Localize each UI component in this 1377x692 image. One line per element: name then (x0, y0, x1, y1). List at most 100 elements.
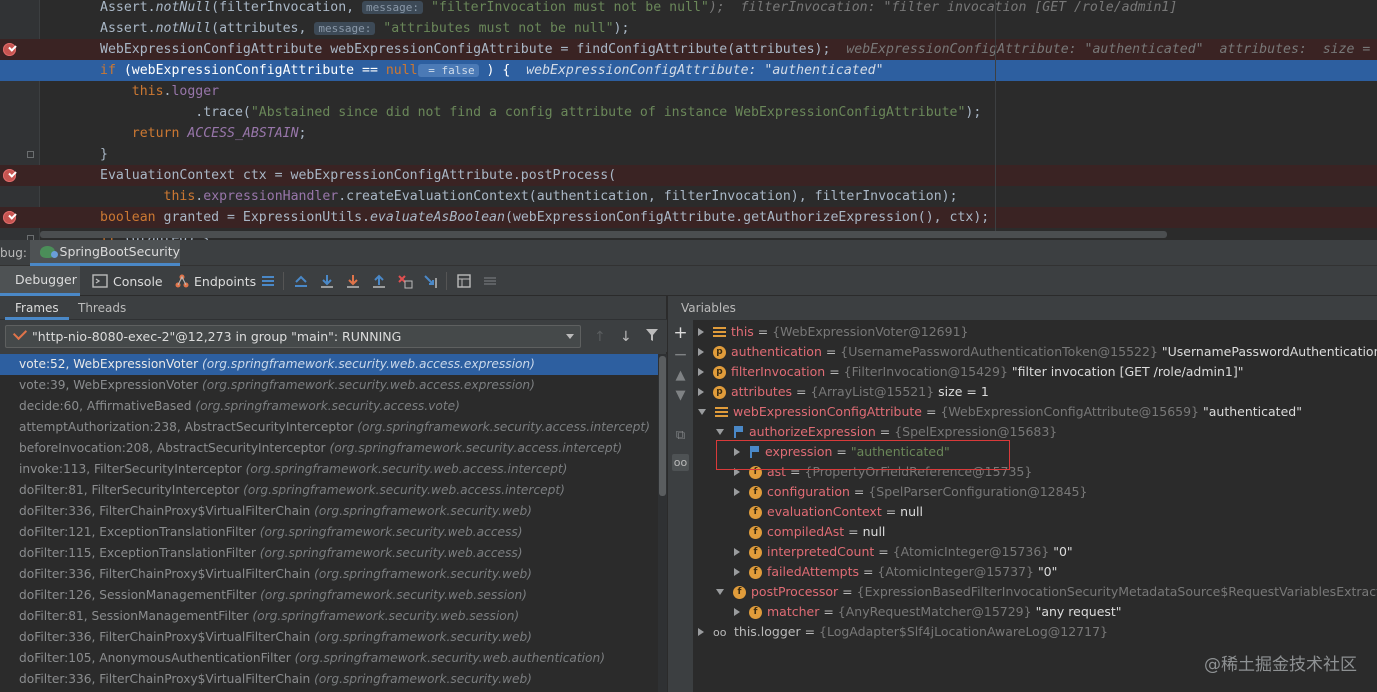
code-text: .trace("Abstained since did not find a c… (100, 102, 981, 123)
code-token: granted = ExpressionUtils. (155, 210, 370, 225)
frame-method: doFilter:121, ExceptionTranslationFilter (19, 525, 256, 539)
code-line[interactable]: Assert.notNull(filterInvocation, message… (0, 0, 1377, 18)
trace-current-stream-icon[interactable] (482, 273, 498, 289)
variable-row[interactable]: authorizeExpression = {SpelExpression@15… (716, 422, 1057, 442)
layout-menu-icon[interactable] (260, 273, 276, 289)
editor-horizontal-scrollbar[interactable] (40, 231, 1167, 238)
code-token: (filterInvocation, (211, 0, 363, 15)
variable-row[interactable]: f evaluationContext = null (734, 502, 923, 522)
thread-dropdown[interactable]: "http-nio-8080-exec-2"@12,273 in group "… (5, 325, 581, 348)
move-up-icon[interactable]: ▲ (672, 367, 689, 384)
frame-method: doFilter:105, AnonymousAuthenticationFil… (19, 651, 291, 665)
collapsed-arrow-icon[interactable] (734, 568, 740, 576)
code-token: logger (171, 84, 220, 99)
frame-package: (org.springframework.security.web) (314, 504, 532, 518)
breakpoint-icon[interactable] (3, 169, 16, 182)
expanded-arrow-icon[interactable] (716, 429, 724, 435)
code-line[interactable]: .trace("Abstained since did not find a c… (0, 102, 1377, 123)
frame-item[interactable]: decide:60, AffirmativeBased (org.springf… (0, 396, 658, 417)
frame-method: doFilter:126, SessionManagementFilter (19, 588, 257, 602)
code-text: boolean granted = ExpressionUtils.evalua… (100, 207, 989, 228)
frame-item[interactable]: doFilter:81, SessionManagementFilter (or… (0, 606, 658, 627)
code-line[interactable]: EvaluationContext ctx = webExpressionCon… (0, 165, 1377, 186)
session-tab-springbootsecurity[interactable]: SpringBootSecurity (30, 240, 180, 266)
variable-row[interactable]: oo this.logger = {LogAdapter$Slf4jLocatio… (698, 622, 1108, 642)
variable-row[interactable]: p attributes = {ArrayList@15521} size = 1 (698, 382, 989, 402)
frame-item[interactable]: doFilter:121, ExceptionTranslationFilter… (0, 522, 658, 543)
variable-row[interactable]: f configuration = {SpelParserConfiguratio… (734, 482, 1087, 502)
equals-sign: = (881, 504, 901, 519)
expanded-arrow-icon[interactable] (716, 589, 724, 595)
tab-frames[interactable]: Frames (5, 296, 69, 320)
step-over-icon[interactable] (319, 273, 335, 289)
variable-row[interactable]: this = {WebExpressionVoter@12691} (698, 322, 968, 342)
remove-watch-icon[interactable]: − (672, 347, 689, 364)
code-token: boolean (100, 210, 156, 225)
variable-row[interactable]: f interpretedCount = {AtomicInteger@15736… (734, 542, 1073, 562)
tab-endpoints[interactable]: Endpoints (174, 266, 256, 296)
expanded-arrow-icon[interactable] (698, 409, 706, 415)
duplicate-watch-icon[interactable]: ⧉ (672, 427, 689, 444)
code-line[interactable]: } (0, 144, 1377, 165)
next-frame-arrow-icon[interactable]: ↓ (620, 329, 632, 345)
show-execution-point-icon[interactable] (293, 273, 309, 289)
frame-item[interactable]: invoke:113, FilterSecurityInterceptor (o… (0, 459, 658, 480)
code-line[interactable]: this.logger (0, 81, 1377, 102)
toolbar-separator (446, 272, 447, 290)
frame-item[interactable]: vote:39, WebExpressionVoter (org.springf… (0, 375, 658, 396)
breakpoint-icon[interactable] (3, 211, 16, 224)
tab-threads[interactable]: Threads (68, 296, 136, 320)
frame-list[interactable]: vote:52, WebExpressionVoter (org.springf… (0, 354, 658, 692)
code-line[interactable]: boolean granted = ExpressionUtils.evalua… (0, 207, 1377, 228)
variable-row[interactable]: p authentication = {UsernamePasswordAuthe… (698, 342, 1377, 362)
frame-item[interactable]: vote:52, WebExpressionVoter (org.springf… (0, 354, 658, 375)
collapsed-arrow-icon[interactable] (734, 608, 740, 616)
breakpoint-icon[interactable] (3, 43, 16, 56)
run-to-cursor-icon[interactable] (423, 273, 439, 289)
code-line[interactable]: this.expressionHandler.createEvaluationC… (0, 186, 1377, 207)
evaluate-expression-icon[interactable] (456, 273, 472, 289)
code-line[interactable]: if (webExpressionConfigAttribute == null… (0, 60, 1377, 81)
collapsed-arrow-icon[interactable] (698, 348, 704, 356)
frame-item[interactable]: doFilter:81, FilterSecurityInterceptor (… (0, 480, 658, 501)
frame-item[interactable]: doFilter:105, AnonymousAuthenticationFil… (0, 648, 658, 669)
frame-item[interactable]: doFilter:336, FilterChainProxy$VirtualFi… (0, 564, 658, 585)
variable-row[interactable]: p filterInvocation = {FilterInvocation@15… (698, 362, 1244, 382)
collapsed-arrow-icon[interactable] (734, 488, 740, 496)
show-watches-glasses-icon[interactable]: oo (672, 454, 689, 471)
frame-list-scrollbar[interactable] (658, 354, 667, 692)
step-into-icon[interactable] (345, 273, 361, 289)
code-line[interactable]: return ACCESS_ABSTAIN; (0, 123, 1377, 144)
frame-item[interactable]: doFilter:336, FilterChainProxy$VirtualFi… (0, 669, 658, 690)
frame-item[interactable]: doFilter:336, FilterChainProxy$VirtualFi… (0, 627, 658, 648)
annotation-highlight-box (716, 440, 1010, 470)
drop-frame-icon[interactable] (397, 273, 413, 289)
variable-row[interactable]: f postProcessor = {ExpressionBasedFilterI… (716, 582, 1377, 602)
collapsed-arrow-icon[interactable] (698, 388, 704, 396)
variable-row[interactable]: f compiledAst = null (734, 522, 885, 542)
move-down-icon[interactable]: ▼ (672, 387, 689, 404)
scrollbar-thumb[interactable] (659, 356, 666, 496)
variable-row[interactable]: f matcher = {AnyRequestMatcher@15729} "an… (734, 602, 1122, 622)
tab-console[interactable]: Console (92, 266, 163, 296)
step-out-icon[interactable] (371, 273, 387, 289)
add-watch-icon[interactable]: + (672, 325, 689, 342)
frame-item[interactable]: attemptAuthorization:238, AbstractSecuri… (0, 417, 658, 438)
code-line[interactable]: WebExpressionConfigAttribute webExpressi… (0, 39, 1377, 60)
filter-icon[interactable] (645, 328, 659, 342)
tab-debugger[interactable]: Debugger (0, 266, 80, 296)
frame-item[interactable]: beforeInvocation:208, AbstractSecurityIn… (0, 438, 658, 459)
code-editor[interactable]: Assert.notNull(filterInvocation, message… (0, 0, 1377, 240)
frame-item[interactable]: doFilter:336, FilterChainProxy$VirtualFi… (0, 501, 658, 522)
code-line[interactable]: Assert.notNull(attributes, message: "att… (0, 18, 1377, 39)
collapsed-arrow-icon[interactable] (698, 628, 704, 636)
variable-row[interactable]: webExpressionConfigAttribute = {WebExpre… (698, 402, 1302, 422)
frame-item[interactable]: doFilter:126, SessionManagementFilter (o… (0, 585, 658, 606)
collapsed-arrow-icon[interactable] (698, 368, 704, 376)
frame-item[interactable]: doFilter:115, ExceptionTranslationFilter… (0, 543, 658, 564)
variable-row[interactable]: f failedAttempts = {AtomicInteger@15737} … (734, 562, 1057, 582)
collapsed-arrow-icon[interactable] (698, 328, 704, 336)
collapsed-arrow-icon[interactable] (734, 548, 740, 556)
variables-tree[interactable]: this = {WebExpressionVoter@12691} p authen… (693, 322, 1377, 692)
previous-frame-arrow-icon[interactable]: ↑ (594, 329, 606, 345)
